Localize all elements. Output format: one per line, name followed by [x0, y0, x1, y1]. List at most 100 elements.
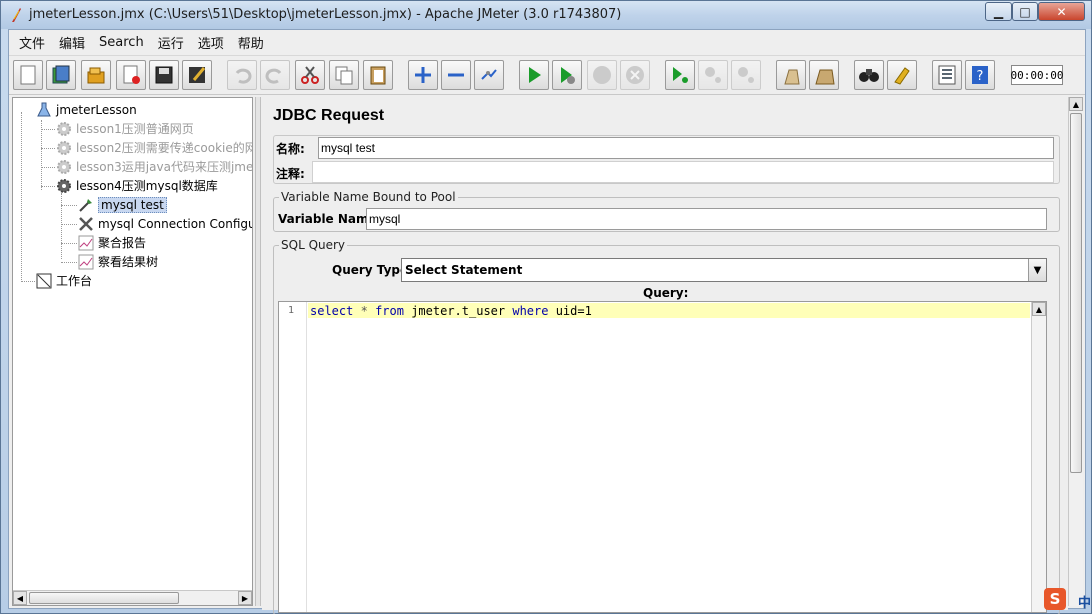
- search-icon[interactable]: [854, 60, 884, 90]
- jdbc-request-panel: JDBC Request 名称: mysql test 注释: Variable…: [262, 97, 1068, 614]
- scroll-thumb[interactable]: [1070, 113, 1082, 473]
- expand-icon[interactable]: [408, 60, 438, 90]
- tree-horizontal-scrollbar[interactable]: ◀ ▶: [13, 590, 252, 605]
- query-label: Query:: [643, 286, 689, 300]
- name-label: 名称:: [276, 142, 305, 156]
- test-plan-tree: jmeterLesson lesson1压测普通网页 lesson2压测需要传递…: [12, 97, 253, 606]
- tree-label: lesson4压测mysql数据库: [76, 179, 218, 193]
- panel-title: JDBC Request: [273, 107, 385, 124]
- scroll-right-icon[interactable]: ▶: [238, 591, 252, 605]
- chevron-down-icon[interactable]: ▼: [1028, 259, 1046, 281]
- line-number: 1: [287, 305, 294, 316]
- ime-mode-label[interactable]: 中: [1078, 592, 1091, 611]
- ime-indicator[interactable]: S: [1044, 587, 1072, 611]
- minimize-button[interactable]: ▁: [985, 2, 1012, 21]
- scroll-left-icon[interactable]: ◀: [13, 591, 27, 605]
- remote-start-icon[interactable]: [665, 60, 695, 90]
- elapsed-timer: 00:00:00: [1011, 65, 1064, 85]
- gear-icon: [55, 120, 73, 138]
- tree-label: mysql Connection Configura: [98, 216, 253, 231]
- scroll-thumb[interactable]: [29, 592, 179, 604]
- jmeter-feather-icon: [12, 8, 21, 22]
- remote-shutdown-icon[interactable]: [731, 60, 761, 90]
- scroll-up-icon[interactable]: ▲: [1032, 302, 1046, 316]
- menu-run[interactable]: 运行: [152, 33, 190, 52]
- query-type-select[interactable]: Select Statement ▼: [401, 258, 1047, 282]
- menu-search[interactable]: Search: [93, 35, 150, 50]
- panel-vertical-scrollbar[interactable]: ▲: [1068, 97, 1083, 606]
- tree-label: lesson2压测需要传递cookie的网: [76, 141, 253, 155]
- remote-stop-icon[interactable]: [698, 60, 728, 90]
- tree-node-test-plan[interactable]: jmeterLesson: [35, 100, 137, 119]
- undo-icon[interactable]: [227, 60, 257, 90]
- tree-label: lesson3运用java代码来压测jmet: [76, 160, 253, 174]
- save-icon[interactable]: [149, 60, 179, 90]
- tree-node-thread-group-1[interactable]: lesson1压测普通网页: [55, 119, 194, 138]
- tree-node-view-results-tree[interactable]: 察看结果树: [77, 252, 158, 271]
- query-code[interactable]: select * from jmeter.t_user where uid=1: [310, 304, 592, 318]
- line-number-gutter: 1: [279, 302, 307, 612]
- sql-group-title: SQL Query: [279, 238, 348, 252]
- close-window-button[interactable]: ✕: [1038, 2, 1085, 21]
- tree-label: 工作台: [56, 274, 93, 288]
- shutdown-icon[interactable]: [620, 60, 650, 90]
- name-field[interactable]: mysql test: [318, 137, 1054, 159]
- toggle-icon[interactable]: [474, 60, 504, 90]
- query-type-value: Select Statement: [405, 263, 523, 277]
- title-bar[interactable]: jmeterLesson.jmx (C:\Users\51\Desktop\jm…: [1, 1, 1091, 29]
- menu-edit[interactable]: 编辑: [53, 33, 91, 52]
- paste-icon[interactable]: [363, 60, 393, 90]
- collapse-icon[interactable]: [441, 60, 471, 90]
- tree-node-workbench[interactable]: 工作台: [35, 271, 92, 290]
- tree-label: mysql test: [98, 196, 167, 213]
- variable-name-field[interactable]: mysql: [366, 208, 1047, 230]
- templates-icon[interactable]: [46, 60, 76, 90]
- clear-icon[interactable]: [776, 60, 806, 90]
- jmeter-window: jmeterLesson.jmx (C:\Users\51\Desktop\jm…: [0, 0, 1092, 614]
- scroll-up-icon[interactable]: ▲: [1069, 97, 1083, 111]
- tools-icon: [77, 215, 95, 233]
- tree-node-jdbc-request[interactable]: mysql test: [77, 195, 167, 214]
- maximize-button[interactable]: □: [1012, 2, 1038, 21]
- sql-query-group: SQL Query Query Type: Select Statement ▼…: [273, 238, 1060, 614]
- menu-options[interactable]: 选项: [192, 33, 230, 52]
- close-icon[interactable]: [116, 60, 146, 90]
- svg-text:?: ?: [977, 69, 984, 84]
- tree-label: jmeterLesson: [56, 102, 137, 117]
- new-icon[interactable]: [13, 60, 43, 90]
- stop-icon[interactable]: [587, 60, 617, 90]
- tree-node-thread-group-4[interactable]: lesson4压测mysql数据库: [55, 176, 218, 195]
- flask-icon: [35, 101, 53, 119]
- menu-file[interactable]: 文件: [13, 33, 51, 52]
- tree-node-thread-group-2[interactable]: lesson2压测需要传递cookie的网: [55, 138, 253, 157]
- workbench-icon: [35, 272, 53, 290]
- panel-splitter[interactable]: [255, 97, 261, 606]
- pool-group: Variable Name Bound to Pool Variable Nam…: [273, 190, 1060, 232]
- sogou-ime-icon: S: [1044, 588, 1066, 610]
- redo-icon[interactable]: [260, 60, 290, 90]
- client-area: 文件 编辑 Search 运行 选项 帮助 ? 00:00:00 jmeterL…: [8, 29, 1086, 614]
- tree-label: lesson1压测普通网页: [76, 122, 194, 136]
- toolbar: ? 00:00:00: [9, 55, 1085, 95]
- gear-icon: [55, 177, 73, 195]
- open-icon[interactable]: [81, 60, 111, 90]
- comment-field[interactable]: [312, 161, 1054, 183]
- help-icon[interactable]: ?: [965, 60, 995, 90]
- function-helper-icon[interactable]: [932, 60, 962, 90]
- start-no-pause-icon[interactable]: [552, 60, 582, 90]
- clear-all-icon[interactable]: [809, 60, 839, 90]
- pool-group-title: Variable Name Bound to Pool: [279, 190, 458, 204]
- menu-help[interactable]: 帮助: [232, 33, 270, 52]
- copy-icon[interactable]: [329, 60, 359, 90]
- save-as-icon[interactable]: [182, 60, 212, 90]
- tree-node-aggregate-report[interactable]: 聚合报告: [77, 233, 146, 252]
- tree-node-jdbc-config[interactable]: mysql Connection Configura: [77, 214, 253, 233]
- gear-icon: [55, 158, 73, 176]
- cut-icon[interactable]: [295, 60, 325, 90]
- tree-node-thread-group-3[interactable]: lesson3运用java代码来压测jmet: [55, 157, 253, 176]
- start-icon[interactable]: [519, 60, 549, 90]
- query-editor[interactable]: 1 select * from jmeter.t_user where uid=…: [278, 301, 1047, 613]
- graph-icon: [77, 234, 95, 252]
- reset-search-icon[interactable]: [887, 60, 917, 90]
- editor-vertical-scrollbar[interactable]: ▲: [1031, 302, 1046, 612]
